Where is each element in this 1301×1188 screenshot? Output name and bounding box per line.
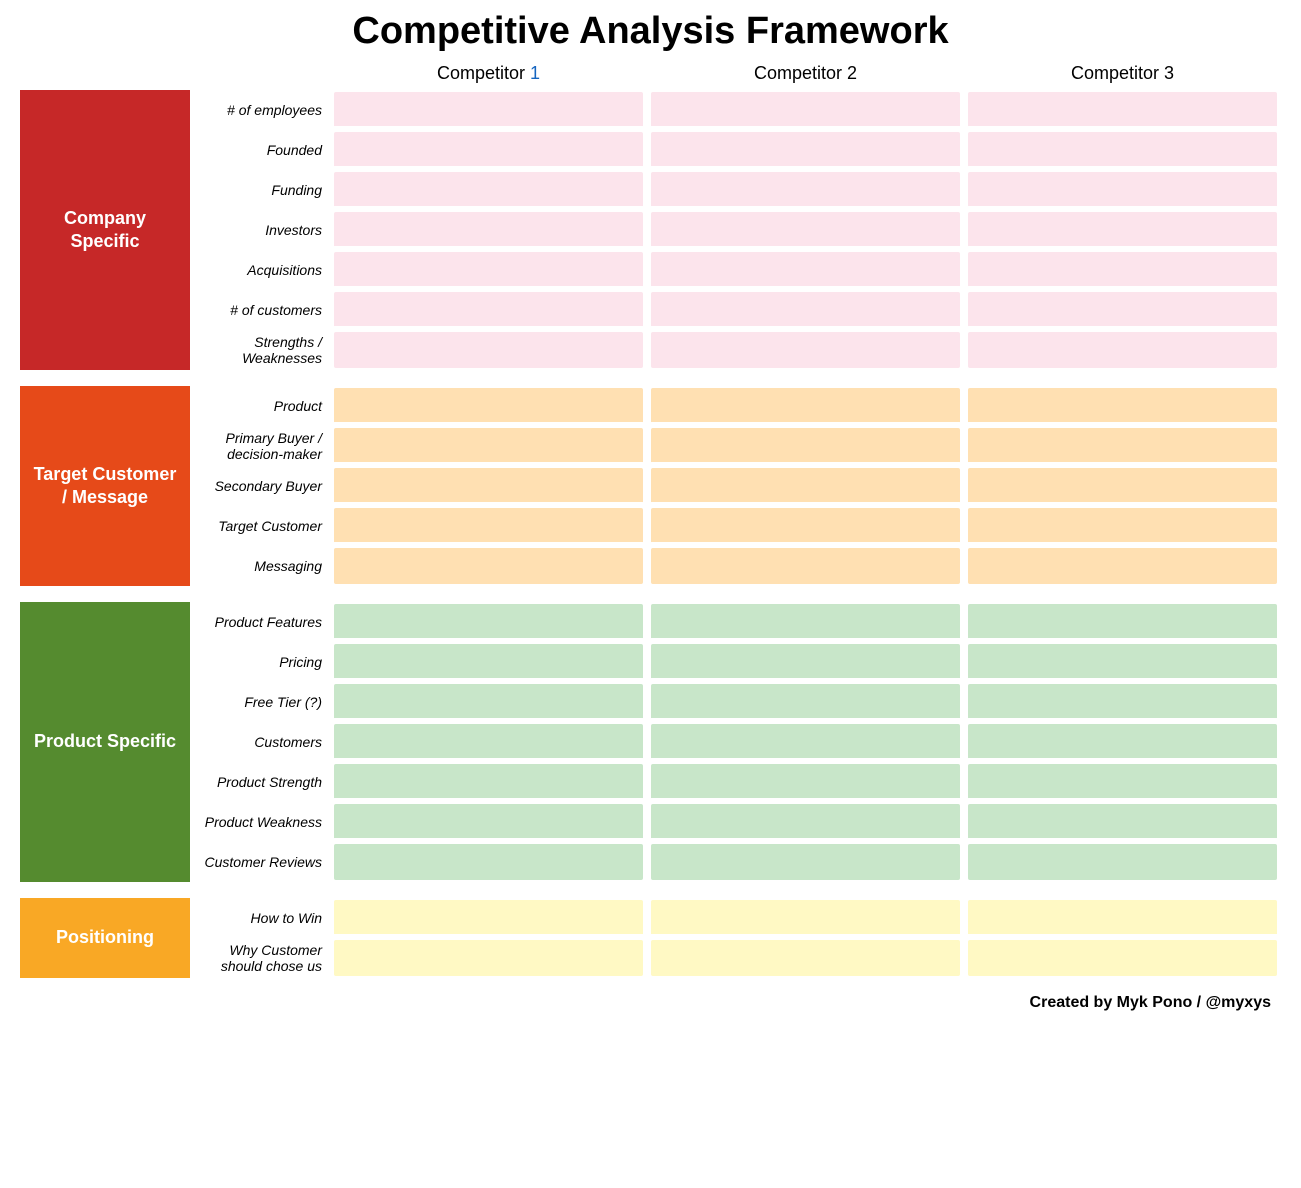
target-cell-row3-comp2[interactable] [968, 508, 1277, 544]
company-cell-row0-comp1[interactable] [651, 92, 960, 128]
product-cell-row5-comp2[interactable] [968, 804, 1277, 840]
company-row-label-6: Strengths / Weaknesses [190, 330, 330, 370]
company-row-label-2: Funding [190, 170, 330, 210]
positioning-cell-row1-comp0[interactable] [334, 940, 643, 976]
product-cell-row4-comp0[interactable] [334, 764, 643, 800]
company-cell-row0-comp0[interactable] [334, 92, 643, 128]
company-cell-row3-comp0[interactable] [334, 212, 643, 248]
company-row-label-4: Acquisitions [190, 250, 330, 290]
section-product: Product SpecificProduct FeaturesPricingF… [20, 602, 1281, 882]
product-cell-row4-comp1[interactable] [651, 764, 960, 800]
company-section-label: Company Specific [20, 90, 190, 370]
company-cell-row5-comp1[interactable] [651, 292, 960, 328]
competitor-3-header: Competitor 3 [964, 63, 1281, 84]
company-cell-row5-comp0[interactable] [334, 292, 643, 328]
positioning-row-label-0: How to Win [190, 898, 330, 938]
positioning-cell-row0-comp0[interactable] [334, 900, 643, 936]
company-cell-row6-comp2[interactable] [968, 332, 1277, 368]
product-row-label-5: Product Weakness [190, 802, 330, 842]
company-cell-row2-comp1[interactable] [651, 172, 960, 208]
product-row-label-2: Free Tier (?) [190, 682, 330, 722]
company-cell-row4-comp2[interactable] [968, 252, 1277, 288]
product-cell-row3-comp1[interactable] [651, 724, 960, 760]
target-row-label-0: Product [190, 386, 330, 426]
section-target: Target Customer / MessageProductPrimary … [20, 386, 1281, 586]
company-cell-row1-comp0[interactable] [334, 132, 643, 168]
product-cell-row0-comp1[interactable] [651, 604, 960, 640]
product-cell-row2-comp0[interactable] [334, 684, 643, 720]
product-row-label-1: Pricing [190, 642, 330, 682]
section-positioning: PositioningHow to WinWhy Customer should… [20, 898, 1281, 978]
target-cell-row3-comp0[interactable] [334, 508, 643, 544]
competitor-2-header: Competitor 2 [647, 63, 964, 84]
positioning-cell-row1-comp2[interactable] [968, 940, 1277, 976]
target-cell-row0-comp0[interactable] [334, 388, 643, 424]
product-cell-row5-comp1[interactable] [651, 804, 960, 840]
company-cell-row0-comp2[interactable] [968, 92, 1277, 128]
product-cell-row3-comp0[interactable] [334, 724, 643, 760]
target-row-label-2: Secondary Buyer [190, 466, 330, 506]
target-cell-row2-comp0[interactable] [334, 468, 643, 504]
target-cell-row1-comp0[interactable] [334, 428, 643, 464]
product-cell-row0-comp2[interactable] [968, 604, 1277, 640]
target-cell-row1-comp2[interactable] [968, 428, 1277, 464]
product-row-label-0: Product Features [190, 602, 330, 642]
company-cell-row2-comp0[interactable] [334, 172, 643, 208]
company-cell-row6-comp0[interactable] [334, 332, 643, 368]
product-cell-row6-comp0[interactable] [334, 844, 643, 880]
footer-credit: Created by Myk Pono / @myxys [20, 994, 1281, 1012]
company-cell-row2-comp2[interactable] [968, 172, 1277, 208]
target-cell-row2-comp2[interactable] [968, 468, 1277, 504]
target-section-label: Target Customer / Message [20, 386, 190, 586]
positioning-cell-row0-comp2[interactable] [968, 900, 1277, 936]
company-cell-row4-comp0[interactable] [334, 252, 643, 288]
product-cell-row5-comp0[interactable] [334, 804, 643, 840]
target-cell-row4-comp2[interactable] [968, 548, 1277, 584]
company-cell-row3-comp2[interactable] [968, 212, 1277, 248]
competitor-1-header: Competitor 1 [330, 63, 647, 84]
target-row-label-3: Target Customer [190, 506, 330, 546]
company-cell-row1-comp2[interactable] [968, 132, 1277, 168]
company-cell-row1-comp1[interactable] [651, 132, 960, 168]
product-cell-row2-comp2[interactable] [968, 684, 1277, 720]
company-row-label-0: # of employees [190, 90, 330, 130]
product-section-label: Product Specific [20, 602, 190, 882]
positioning-row-label-1: Why Customer should chose us [190, 938, 330, 978]
company-cell-row4-comp1[interactable] [651, 252, 960, 288]
product-cell-row1-comp1[interactable] [651, 644, 960, 680]
target-cell-row1-comp1[interactable] [651, 428, 960, 464]
section-company: Company Specific# of employeesFoundedFun… [20, 90, 1281, 370]
product-cell-row0-comp0[interactable] [334, 604, 643, 640]
company-row-label-3: Investors [190, 210, 330, 250]
product-row-label-3: Customers [190, 722, 330, 762]
product-cell-row1-comp2[interactable] [968, 644, 1277, 680]
product-cell-row6-comp2[interactable] [968, 844, 1277, 880]
company-cell-row5-comp2[interactable] [968, 292, 1277, 328]
page-title: Competitive Analysis Framework [20, 10, 1281, 53]
target-cell-row0-comp2[interactable] [968, 388, 1277, 424]
company-row-label-5: # of customers [190, 290, 330, 330]
target-cell-row2-comp1[interactable] [651, 468, 960, 504]
product-cell-row6-comp1[interactable] [651, 844, 960, 880]
positioning-section-label: Positioning [20, 898, 190, 978]
company-cell-row3-comp1[interactable] [651, 212, 960, 248]
product-row-label-4: Product Strength [190, 762, 330, 802]
target-cell-row0-comp1[interactable] [651, 388, 960, 424]
product-row-label-6: Customer Reviews [190, 842, 330, 882]
positioning-cell-row0-comp1[interactable] [651, 900, 960, 936]
product-cell-row2-comp1[interactable] [651, 684, 960, 720]
product-cell-row1-comp0[interactable] [334, 644, 643, 680]
target-cell-row4-comp1[interactable] [651, 548, 960, 584]
product-cell-row3-comp2[interactable] [968, 724, 1277, 760]
positioning-cell-row1-comp1[interactable] [651, 940, 960, 976]
company-row-label-1: Founded [190, 130, 330, 170]
target-row-label-4: Messaging [190, 546, 330, 586]
target-cell-row3-comp1[interactable] [651, 508, 960, 544]
target-row-label-1: Primary Buyer / decision-maker [190, 426, 330, 466]
target-cell-row4-comp0[interactable] [334, 548, 643, 584]
company-cell-row6-comp1[interactable] [651, 332, 960, 368]
product-cell-row4-comp2[interactable] [968, 764, 1277, 800]
